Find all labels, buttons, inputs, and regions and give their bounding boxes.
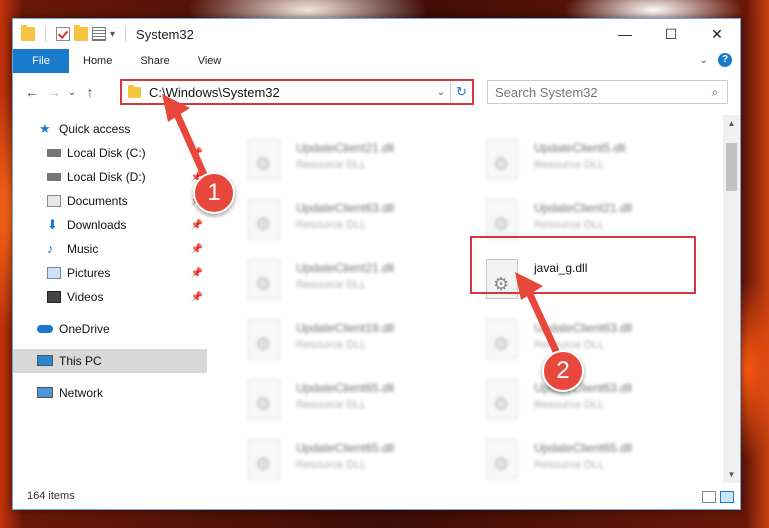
step-1-badge: 1 [193,172,235,214]
arrow-2 [515,272,564,364]
step-2-badge: 2 [542,350,584,392]
annotation-arrows [162,94,564,364]
